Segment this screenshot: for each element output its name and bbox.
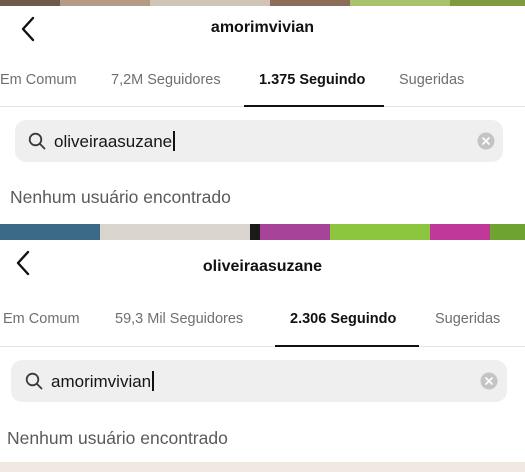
top-screenshot-panel: amorimvivian Em Comum 7,2M Seguidores 1.… bbox=[0, 6, 525, 224]
profile-username: oliveiraasuzane bbox=[202, 258, 323, 275]
search-input[interactable]: oliveiraasuzane bbox=[15, 120, 503, 162]
active-tab-indicator bbox=[275, 345, 419, 347]
background-photo-bottom bbox=[0, 462, 525, 472]
search-input[interactable]: amorimvivian bbox=[11, 360, 507, 402]
text-caret bbox=[152, 371, 154, 391]
tab-bar-divider bbox=[0, 346, 525, 347]
search-query-wrap: amorimvivian bbox=[51, 371, 154, 392]
search-query-wrap: oliveiraasuzane bbox=[54, 131, 175, 152]
tab-seguidores[interactable]: 59,3 Mil Seguidores bbox=[115, 311, 243, 327]
search-icon bbox=[28, 132, 46, 150]
tab-em-comum[interactable]: Em Comum bbox=[0, 72, 77, 88]
bottom-screenshot-panel: oliveiraasuzane Em Comum 59,3 Mil Seguid… bbox=[0, 240, 525, 462]
clear-search-icon[interactable] bbox=[480, 372, 498, 390]
text-caret bbox=[173, 131, 175, 151]
no-users-found-message: Nenhum usuário encontrado bbox=[10, 187, 231, 207]
background-photo-middle bbox=[0, 224, 525, 240]
search-query: amorimvivian bbox=[51, 372, 152, 391]
tab-sugeridas[interactable]: Sugeridas bbox=[399, 72, 464, 88]
search-query: oliveiraasuzane bbox=[54, 132, 173, 151]
active-tab-indicator bbox=[244, 105, 384, 107]
tab-seguindo[interactable]: 1.375 Seguindo bbox=[259, 72, 365, 88]
no-users-found-message: Nenhum usuário encontrado bbox=[7, 428, 228, 448]
tab-sugeridas[interactable]: Sugeridas bbox=[435, 311, 500, 327]
profile-username: amorimvivian bbox=[210, 19, 315, 36]
tab-seguidores[interactable]: 7,2M Seguidores bbox=[111, 72, 221, 88]
search-icon bbox=[25, 372, 43, 390]
tab-seguindo[interactable]: 2.306 Seguindo bbox=[290, 311, 396, 327]
clear-search-icon[interactable] bbox=[477, 132, 495, 150]
tab-em-comum[interactable]: Em Comum bbox=[3, 311, 80, 327]
